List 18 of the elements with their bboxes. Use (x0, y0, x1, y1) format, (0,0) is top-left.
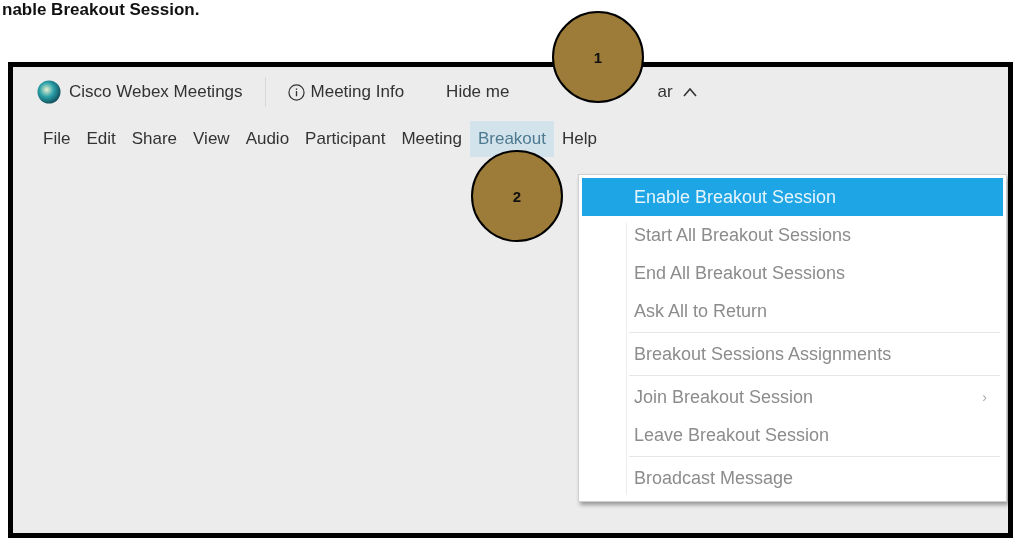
caret-icon[interactable] (682, 87, 697, 97)
menu-item[interactable]: File (35, 121, 79, 157)
menu-item[interactable]: Breakout (469, 121, 554, 157)
menu-item[interactable]: Share (123, 121, 186, 157)
hide-menu-bar-label[interactable]: Hide me (446, 82, 510, 102)
submenu-arrow: › (982, 389, 987, 405)
info-icon (287, 83, 305, 101)
menu-item[interactable]: Edit (78, 121, 124, 157)
step-callout: 1 (552, 11, 644, 103)
menu-item[interactable]: Participant (297, 121, 394, 157)
app-name: Cisco Webex Meetings (69, 82, 243, 102)
menu-item[interactable]: View (185, 121, 238, 157)
menu-item[interactable]: Audio (237, 121, 298, 157)
caption-text: nable Breakout Session. (1, 0, 201, 20)
menu-item[interactable]: Meeting (393, 121, 470, 157)
hide-menu-bar-label[interactable]: ar (657, 82, 673, 102)
logo-icon (37, 80, 61, 104)
meeting-info-button[interactable]: Meeting Info (287, 82, 405, 102)
